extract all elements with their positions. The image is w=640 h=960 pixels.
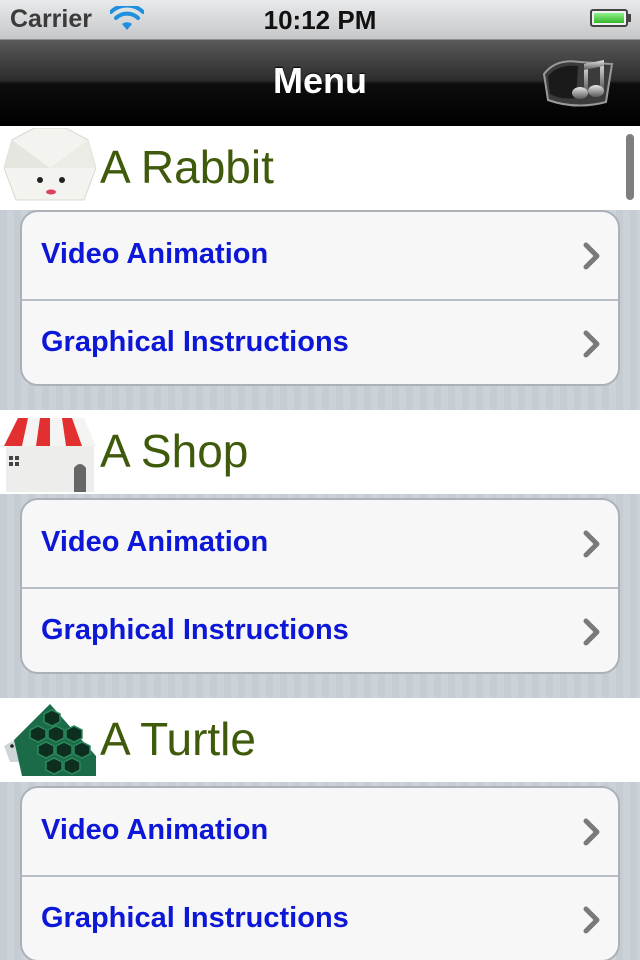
status-bar: Carrier 10:12 PM (0, 0, 640, 40)
section-header-rabbit: A Rabbit (0, 126, 640, 210)
row-label: Video Animation (41, 814, 269, 846)
row-label: Video Animation (41, 238, 269, 270)
battery-icon (590, 9, 628, 27)
section-title: A Shop (100, 425, 249, 477)
row-video-animation[interactable]: Video Animation (22, 212, 618, 301)
music-note-icon (542, 60, 614, 107)
row-label: Video Animation (41, 526, 269, 558)
row-label: Graphical Instructions (41, 326, 349, 358)
status-time: 10:12 PM (263, 5, 377, 35)
row-graphical-instructions[interactable]: Graphical Instructions (22, 588, 618, 672)
section-header-turtle: A Turtle (0, 698, 640, 782)
section-group-turtle: Video Animation Graphical Instructions (20, 786, 620, 960)
row-label: Graphical Instructions (41, 902, 349, 934)
row-label: Graphical Instructions (41, 614, 349, 646)
music-toggle-button[interactable] (536, 54, 616, 117)
chevron-right-icon (582, 242, 602, 275)
row-video-animation[interactable]: Video Animation (22, 500, 618, 589)
turtle-icon (4, 700, 96, 780)
chevron-right-icon (582, 618, 602, 651)
chevron-right-icon (582, 818, 602, 851)
row-video-animation[interactable]: Video Animation (22, 788, 618, 877)
chevron-right-icon (582, 906, 602, 939)
chevron-right-icon (582, 530, 602, 563)
shop-icon (4, 412, 96, 492)
chevron-right-icon (582, 330, 602, 363)
section-header-shop: A Shop (0, 410, 640, 494)
row-graphical-instructions[interactable]: Graphical Instructions (22, 876, 618, 960)
navigation-bar: Menu (0, 40, 640, 126)
menu-table[interactable]: A Rabbit Video Animation Graphical Instr… (0, 126, 640, 960)
rabbit-icon (3, 127, 97, 208)
section-title: A Turtle (100, 713, 256, 765)
section-title: A Rabbit (100, 141, 274, 193)
battery-tip (628, 14, 631, 22)
section-group-rabbit: Video Animation Graphical Instructions (20, 210, 620, 386)
row-graphical-instructions[interactable]: Graphical Instructions (22, 300, 618, 384)
vertical-scrollbar[interactable] (626, 134, 634, 200)
section-group-shop: Video Animation Graphical Instructions (20, 498, 620, 674)
